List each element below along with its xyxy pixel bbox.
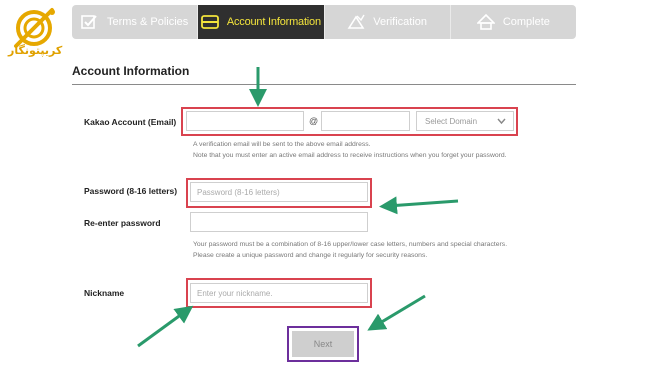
arrow-to-nickname xyxy=(137,305,194,348)
annotation-arrows xyxy=(137,67,459,348)
arrow-to-password xyxy=(379,196,459,215)
arrow-to-next xyxy=(367,294,426,331)
